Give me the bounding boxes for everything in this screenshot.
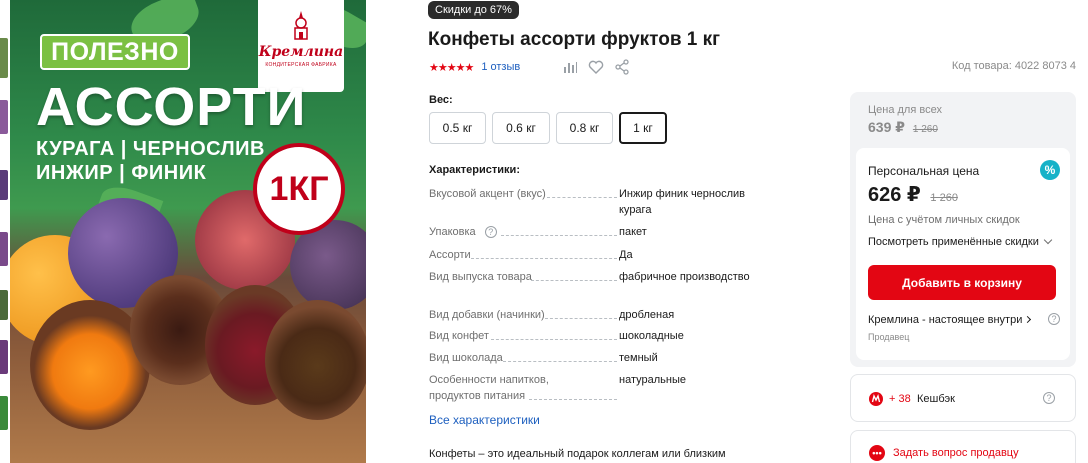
price-all: 639 ₽ 1 260 <box>868 119 938 136</box>
reviews-link[interactable]: 1 отзыв <box>481 61 520 73</box>
rating[interactable]: ★★★★★ 1 отзыв <box>429 60 520 74</box>
seller-name: Кремлина - настоящее внутри <box>868 314 1023 326</box>
add-to-cart-button[interactable]: Добавить в корзину <box>868 265 1056 300</box>
discount-badge[interactable]: Скидки до 67% <box>428 1 519 19</box>
thumbnail[interactable] <box>0 232 8 266</box>
product-title: Конфеты ассорти фруктов 1 кг <box>428 29 721 50</box>
brand-name: Кремлина <box>258 44 344 60</box>
cashback-label: Кешбэк <box>917 393 955 405</box>
thumbnail[interactable] <box>0 290 8 320</box>
characteristic-value: дробленая <box>619 309 675 321</box>
image-line-2: ИНЖИР | ФИНИК <box>36 162 207 184</box>
ask-seller-panel[interactable]: ••• Задать вопрос продавцу <box>850 430 1076 463</box>
characteristic-value: пакет <box>619 226 647 238</box>
image-title: АССОРТИ <box>36 77 307 137</box>
characteristic-value: шоколадные <box>619 330 684 342</box>
characteristic-row: Вид конфет шоколадные <box>429 328 759 344</box>
characteristic-row: Ассорти Да <box>429 247 759 263</box>
help-icon[interactable]: ? <box>1048 313 1060 325</box>
characteristic-row: Упаковка ? пакет <box>429 224 759 240</box>
characteristic-name: Ассорти <box>429 249 471 261</box>
product-image[interactable]: Кремлина КОНДИТЕРСКАЯ ФАБРИКА ПОЛЕЗНО АС… <box>10 0 366 463</box>
rating-stars: ★★★★★ <box>429 61 474 74</box>
chevron-down-icon <box>1043 235 1053 245</box>
thumbnail[interactable] <box>0 38 8 78</box>
image-weight-badge: 1КГ <box>253 143 345 235</box>
weight-option[interactable]: 0.6 кг <box>492 112 550 144</box>
weight-option[interactable]: 0.5 кг <box>429 112 486 144</box>
help-icon[interactable]: ? <box>1043 392 1055 404</box>
candy-picture <box>265 300 366 420</box>
ask-seller-label: Задать вопрос продавцу <box>893 447 1019 459</box>
tower-icon <box>294 11 308 40</box>
characteristic-row: Особенности напитков, продуктов питания … <box>429 372 759 404</box>
thumbnail[interactable] <box>0 100 8 134</box>
characteristic-name: Вид конфет <box>429 330 489 342</box>
characteristic-name: Вид выпуска товара <box>429 271 532 283</box>
price-all-old: 1 260 <box>912 124 938 135</box>
dotted-leader <box>545 318 617 319</box>
personal-price-value: 626 ₽ <box>868 184 921 206</box>
characteristic-value: Инжир финик чернослив курага <box>619 188 746 216</box>
characteristic-name-group: Упаковка ? <box>429 224 497 240</box>
price-all-value: 639 ₽ <box>868 119 905 135</box>
characteristic-value: фабричное производство <box>619 271 750 283</box>
dotted-leader <box>531 280 617 281</box>
thumbnail[interactable] <box>0 396 8 430</box>
image-line-1: КУРАГА | ЧЕРНОСЛИВ <box>36 138 265 160</box>
dotted-leader <box>503 361 617 362</box>
characteristic-row: Вкусовой акцент (вкус) Инжир финик черно… <box>429 186 759 218</box>
cashback-amount: + 38 <box>889 393 911 405</box>
weight-option[interactable]: 0.8 кг <box>556 112 613 144</box>
cashback-icon <box>869 392 883 406</box>
thumbnail[interactable] <box>0 340 8 374</box>
percent-icon: % <box>1040 160 1060 180</box>
characteristics-label: Характеристики: <box>429 164 520 176</box>
thumbnail-strip[interactable] <box>0 0 9 463</box>
seller-role: Продавец <box>868 332 910 342</box>
see-discounts-label: Посмотреть применённые скидки <box>868 236 1039 248</box>
weight-option-selected[interactable]: 1 кг <box>619 112 667 144</box>
brand-subtitle: КОНДИТЕРСКАЯ ФАБРИКА <box>265 62 337 68</box>
dotted-leader <box>547 197 617 198</box>
dotted-leader <box>491 339 617 340</box>
characteristic-value: темный <box>619 352 658 364</box>
help-icon[interactable]: ? <box>484 226 497 239</box>
dotted-leader <box>529 399 617 400</box>
characteristic-name: Вид добавки (начинки) <box>429 309 545 321</box>
all-characteristics-link[interactable]: Все характеристики <box>429 413 540 427</box>
image-weight: 1КГ <box>269 169 329 208</box>
dotted-leader <box>501 235 617 236</box>
personal-price-label: Персональная цена <box>868 164 980 178</box>
price-panel: Цена для всех 639 ₽ 1 260 Персональная ц… <box>850 92 1076 367</box>
thumbnail[interactable] <box>0 170 8 200</box>
chevron-right-icon <box>1024 315 1032 324</box>
characteristic-row: Вид шоколада темный <box>429 350 759 366</box>
characteristic-value: Да <box>619 249 633 261</box>
characteristic-name: Упаковка <box>429 226 476 238</box>
share-icon[interactable] <box>614 59 630 75</box>
weight-label: Вес: <box>429 94 453 106</box>
product-sku: Код товара: 4022 8073 4 <box>951 60 1076 72</box>
personal-price-note: Цена с учётом личных скидок <box>868 214 1020 226</box>
dotted-leader <box>471 258 617 259</box>
characteristic-row: Вид добавки (начинки) дробленая <box>429 307 759 323</box>
price-all-label: Цена для всех <box>868 104 942 116</box>
chat-icon: ••• <box>869 445 885 461</box>
personal-price: 626 ₽ 1 260 <box>868 182 958 207</box>
heart-icon[interactable] <box>588 59 604 75</box>
characteristic-row: Вид выпуска товара фабричное производств… <box>429 269 759 301</box>
product-description: Конфеты – это идеальный подарок коллегам… <box>429 448 726 460</box>
characteristic-name: Вид шоколада <box>429 352 503 364</box>
cashback-panel[interactable]: + 38 Кешбэк ? <box>850 374 1076 422</box>
personal-price-old: 1 260 <box>930 192 958 204</box>
seller-link[interactable]: Кремлина - настоящее внутри <box>868 314 1032 326</box>
characteristic-name: Вкусовой акцент (вкус) <box>429 188 546 200</box>
bar-chart-icon[interactable] <box>562 59 578 75</box>
characteristic-value: натуральные <box>619 374 686 386</box>
image-tag: ПОЛЕЗНО <box>40 34 190 70</box>
personal-price-card: Персональная цена % 626 ₽ 1 260 Цена с у… <box>856 148 1070 360</box>
see-discounts-toggle[interactable]: Посмотреть применённые скидки <box>868 235 1053 248</box>
